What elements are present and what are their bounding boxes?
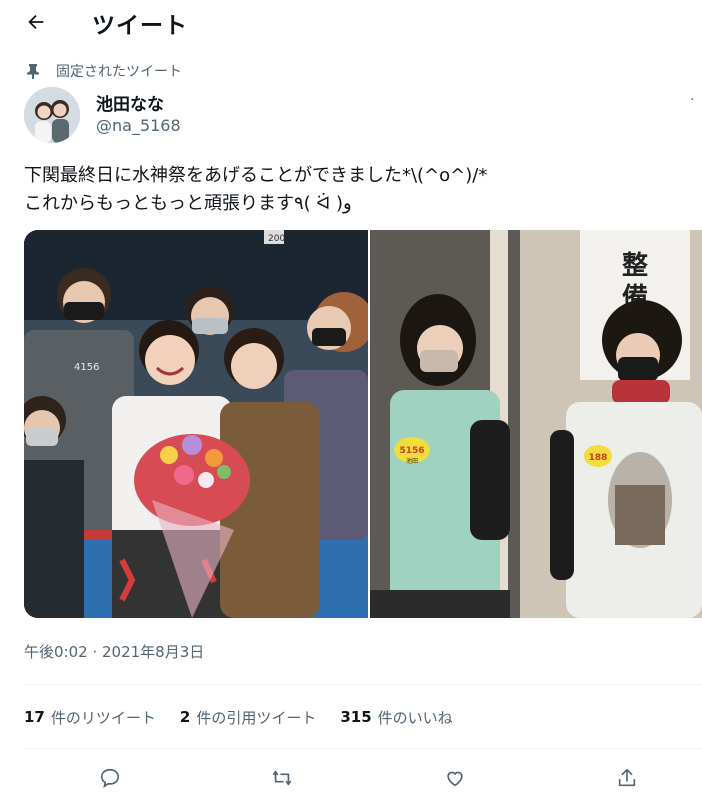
photo-racers[interactable]: 整備 5156 池田 188 — [370, 230, 702, 618]
more-options-button[interactable]: · — [690, 92, 702, 108]
tweet-timestamp[interactable]: 午後0:02 · 2021年8月3日 — [24, 641, 204, 662]
pinned-indicator: 固定されたツイート — [26, 61, 182, 81]
reply-button[interactable] — [96, 764, 124, 792]
bib-name: 池田 — [406, 457, 418, 465]
top-bar: ツイート — [0, 0, 702, 44]
pinned-label: 固定されたツイート — [56, 64, 182, 80]
bib-number-188: 188 — [589, 453, 608, 463]
engagement-stats: 17 件のリツイート 2 件の引用ツイート 315 件のいいね — [24, 706, 477, 728]
retweet-icon — [272, 770, 292, 786]
retweet-button[interactable] — [268, 764, 296, 792]
bib-number-4156: 4156 — [74, 362, 99, 373]
share-icon — [618, 768, 636, 787]
retweet-count[interactable]: 17 件のリツイート — [24, 707, 156, 728]
reply-icon — [100, 768, 120, 789]
share-button[interactable] — [613, 764, 641, 792]
pin-icon — [26, 63, 40, 79]
action-bar — [0, 760, 702, 796]
bib-number-5156: 5156 — [399, 446, 424, 456]
stadium-sign-text: 200 — [268, 234, 285, 244]
like-count[interactable]: 315 件のいいね — [340, 707, 452, 728]
like-button[interactable] — [441, 764, 469, 792]
avatar[interactable] — [24, 87, 80, 143]
quote-tweet-count[interactable]: 2 件の引用ツイート — [180, 707, 316, 728]
like-icon — [447, 771, 463, 787]
tweet-text: 下関最終日に水神祭をあげることができました*\(^o^)/* これからもっともっ… — [24, 165, 488, 214]
page-title: ツイート — [92, 13, 188, 39]
back-button[interactable] — [22, 8, 50, 36]
tweet-media: 4156 200 整備 5156 池田 188 — [24, 230, 702, 618]
author-handle[interactable]: @na_5168 — [96, 116, 181, 135]
arrow-left-icon — [28, 14, 44, 30]
photo-celebration[interactable]: 4156 200 — [24, 230, 374, 618]
author-name[interactable]: 池田なな — [96, 90, 164, 115]
divider-top — [24, 684, 702, 685]
divider-bottom — [24, 748, 702, 749]
